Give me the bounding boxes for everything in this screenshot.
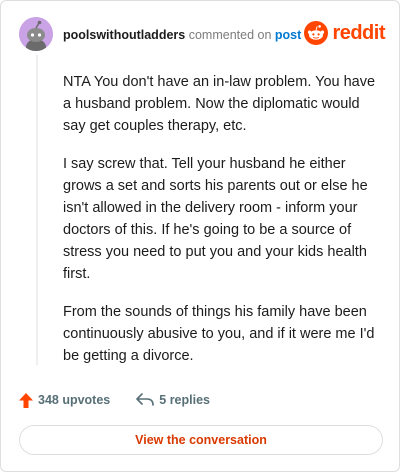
commented-label: commented on: [188, 28, 272, 42]
reply-arrow-icon: [136, 393, 155, 406]
comment-paragraph: I say screw that. Tell your husband he e…: [63, 156, 368, 282]
reddit-logo-icon: [304, 21, 329, 45]
comment-meta: poolswithoutladders commented on post: [63, 27, 301, 43]
post-link[interactable]: post: [275, 28, 301, 42]
upvote-label: 348 upvotes: [38, 393, 111, 407]
comment-header: poolswithoutladders commented on post re…: [19, 17, 385, 53]
comment-body: NTA You don't have an in-law problem. Yo…: [63, 71, 383, 383]
upvote-count[interactable]: 348 upvotes: [19, 392, 111, 408]
upvote-arrow-icon: [19, 392, 33, 408]
reply-label: 5 replies: [159, 393, 210, 407]
comment-card: poolswithoutladders commented on post re…: [0, 0, 400, 472]
thread-line: [36, 55, 38, 365]
view-conversation-button[interactable]: View the conversation: [19, 425, 383, 455]
comment-paragraph: From the sounds of things his family hav…: [63, 304, 375, 364]
reddit-logo[interactable]: reddit: [304, 21, 385, 45]
username-link[interactable]: poolswithoutladders: [63, 28, 185, 42]
reply-count[interactable]: 5 replies: [136, 393, 210, 407]
comment-stats: 348 upvotes 5 replies: [19, 391, 210, 409]
comment-paragraph: NTA You don't have an in-law problem. Yo…: [63, 74, 376, 134]
snoo-avatar-icon[interactable]: [19, 17, 53, 51]
reddit-wordmark: reddit: [332, 22, 385, 44]
